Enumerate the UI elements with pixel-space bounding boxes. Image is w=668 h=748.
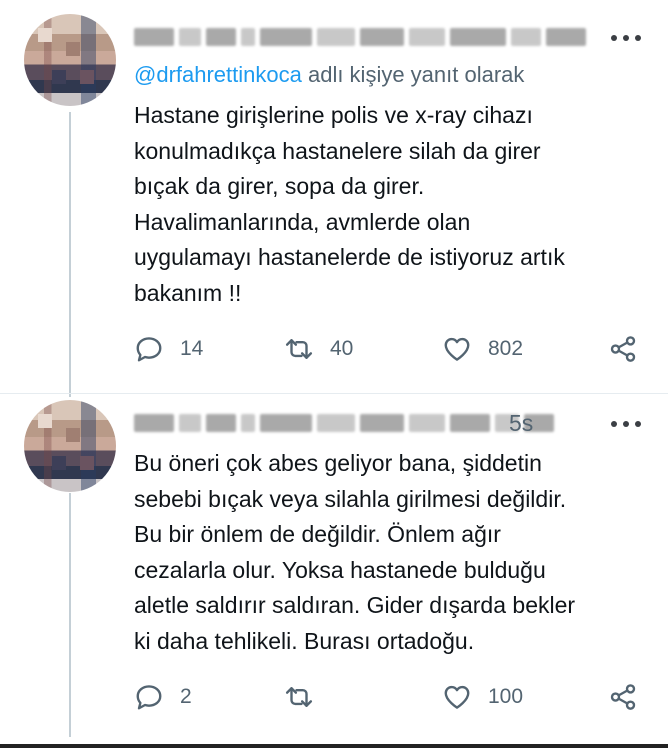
divider — [0, 393, 668, 394]
tweet-time[interactable]: 5s — [509, 410, 533, 437]
reply-count: 2 — [180, 685, 192, 708]
replying-to-suffix: adlı kişiye yanıt olarak — [301, 62, 525, 87]
retweet-button[interactable]: 40 — [284, 331, 353, 367]
share-icon — [610, 336, 636, 362]
display-name-blurred[interactable] — [134, 412, 554, 434]
reply-button[interactable]: 2 — [134, 679, 192, 715]
like-button[interactable]: 100 — [442, 679, 523, 715]
thread-line — [69, 493, 71, 737]
reply-icon — [136, 337, 162, 362]
like-button[interactable]: 802 — [442, 331, 523, 367]
avatar[interactable] — [24, 14, 116, 106]
like-count: 802 — [488, 337, 524, 360]
more-dots-icon[interactable] — [611, 419, 641, 429]
share-icon — [610, 684, 636, 710]
replying-to: @drfahrettinkoca adlı kişiye yanıt olara… — [134, 62, 524, 88]
more-dots-icon[interactable] — [611, 33, 641, 43]
tweet-actions: 2 100 — [134, 679, 644, 715]
retweet-icon — [285, 687, 313, 707]
tweet-actions: 14 40 802 — [134, 331, 644, 367]
retweet-count: 40 — [330, 337, 354, 360]
share-button[interactable] — [608, 331, 638, 367]
mention-link[interactable]: @drfahrettinkoca — [134, 62, 302, 87]
tweet-text: Hastane girişlerine polis ve x-ray cihaz… — [134, 102, 565, 306]
share-button[interactable] — [608, 679, 638, 715]
retweet-icon — [285, 339, 313, 359]
display-name-blurred[interactable] — [134, 26, 586, 48]
heart-icon — [444, 337, 470, 361]
avatar[interactable] — [24, 400, 116, 492]
reply-count: 14 — [180, 337, 204, 360]
reply-button[interactable]: 14 — [134, 331, 203, 367]
bottom-edge — [0, 744, 668, 748]
retweet-button[interactable] — [284, 679, 330, 715]
like-count: 100 — [488, 685, 524, 708]
reply-icon — [136, 685, 162, 710]
thread-line — [69, 112, 71, 397]
heart-icon — [444, 685, 470, 709]
tweet-text: Bu öneri çok abes geliyor bana, şiddetin… — [134, 450, 576, 654]
